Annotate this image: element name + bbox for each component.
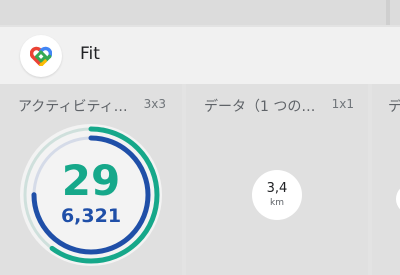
heart-points-value: 29: [61, 156, 121, 205]
widget-title: データ（1 つの…: [204, 99, 316, 115]
app-name: Fit: [80, 44, 100, 64]
fit-logo-icon: [30, 46, 52, 66]
widget-size: 3x3: [143, 97, 166, 111]
widget-activity[interactable]: アクティビティ… 3x3 29 6,321: [0, 84, 182, 275]
activity-rings: 29 6,321: [20, 124, 162, 266]
widget-list: アクティビティ… 3x3 29 6,321 データ（1 つの… 1x1 3,4 …: [0, 84, 400, 275]
widget-title: アクティビティ…: [18, 99, 128, 115]
widget-size: 1x1: [331, 97, 354, 111]
widget-preview: [396, 184, 400, 214]
steps-value: 6,321: [60, 205, 122, 227]
google-fit-heart-icon: [20, 35, 62, 77]
widget-partial[interactable]: デ: [372, 84, 400, 275]
app-header[interactable]: Fit: [0, 27, 400, 84]
scroll-edge: [386, 0, 390, 25]
widget-title: デ: [388, 99, 400, 115]
distance-unit: km: [270, 198, 284, 208]
previous-section-strip: [0, 0, 400, 25]
widget-picker-screen: Fit アクティビティ… 3x3 29 6,321 データ（1 つの… 1x1: [0, 0, 400, 275]
distance-value: 3,4: [266, 181, 288, 196]
widget-data-single[interactable]: データ（1 つの… 1x1 3,4 km: [186, 84, 368, 275]
distance-badge: 3,4 km: [252, 170, 302, 220]
